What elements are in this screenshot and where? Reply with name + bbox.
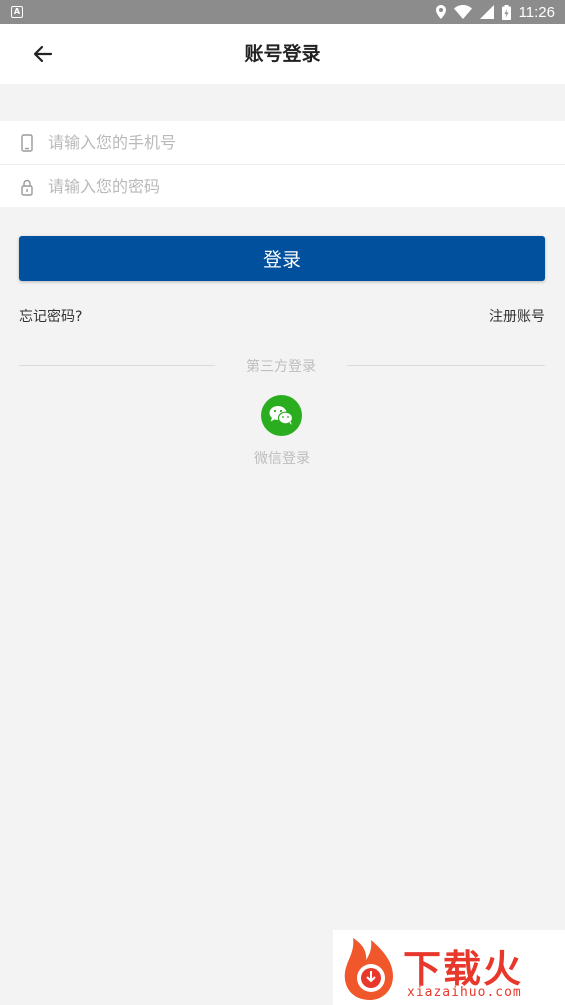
third-party-label: 第三方登录 [246, 359, 316, 375]
wechat-icon [269, 406, 294, 425]
signal-icon [479, 5, 494, 19]
flame-logo-icon [344, 938, 393, 1000]
login-form [0, 121, 565, 207]
page-title: 账号登录 [244, 43, 321, 65]
auth-links: 忘记密码? 注册账号 [19, 306, 545, 326]
phone-icon [21, 134, 33, 152]
register-link[interactable]: 注册账号 [489, 306, 545, 326]
login-button[interactable]: 登录 [19, 236, 545, 281]
status-time: 11:26 [518, 3, 555, 21]
forgot-password-link[interactable]: 忘记密码? [19, 306, 82, 326]
watermark-site: xiazaihuo.com [407, 985, 522, 1000]
wechat-login-label: 微信登录 [254, 451, 310, 467]
password-input[interactable] [48, 165, 528, 207]
status-bar: A 11:26 [0, 0, 565, 24]
phone-row [0, 121, 565, 164]
wechat-login-button[interactable] [261, 395, 302, 436]
wifi-icon [453, 5, 472, 19]
phone-input[interactable] [48, 121, 528, 164]
watermark: 下载火 xiazaihuo.com [333, 930, 565, 1005]
app-header: 账号登录 [0, 24, 565, 84]
location-icon [435, 5, 446, 19]
notification-icon: A [11, 6, 23, 18]
password-row [0, 164, 565, 207]
divider-left [19, 365, 215, 366]
status-icons: 11:26 [435, 0, 555, 24]
divider-right [347, 365, 545, 366]
battery-icon [501, 4, 511, 20]
lock-icon [21, 179, 33, 196]
